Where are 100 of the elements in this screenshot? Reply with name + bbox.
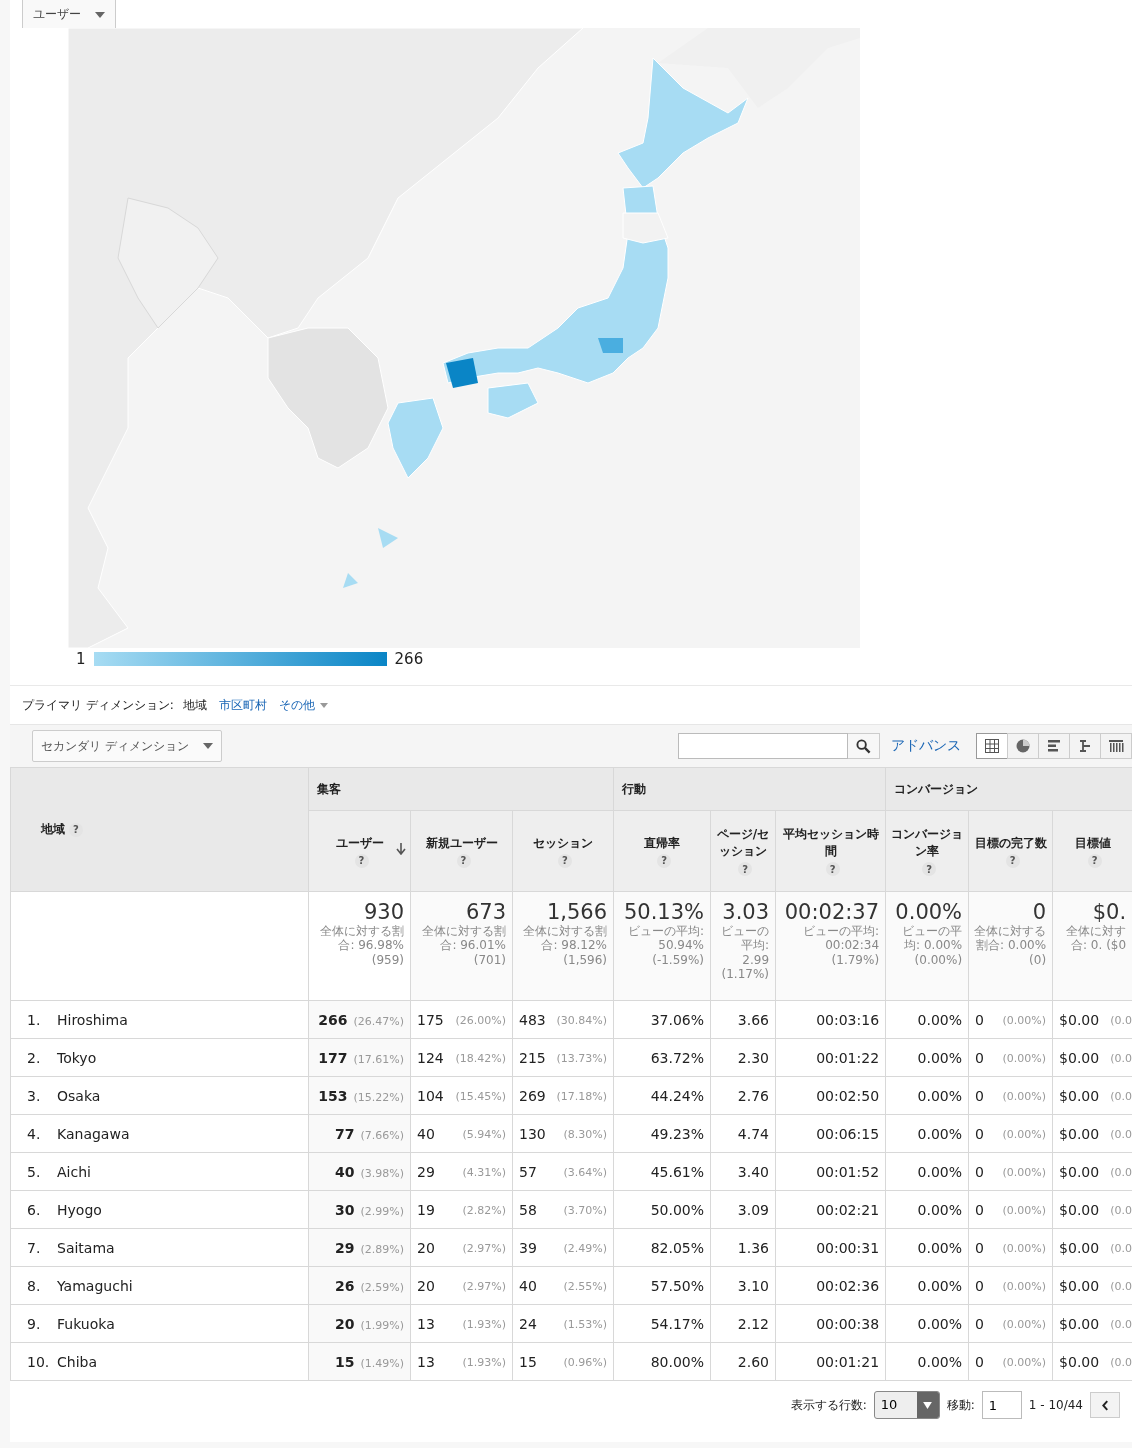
- table-cell: 130: [519, 1125, 546, 1142]
- column-header[interactable]: 目標値: [1074, 834, 1111, 852]
- table-cell: $0.00: [1059, 1087, 1100, 1104]
- row-number: 8.: [27, 1277, 42, 1294]
- help-icon[interactable]: ?: [657, 853, 672, 868]
- previous-page-button[interactable]: [1090, 1392, 1120, 1418]
- column-header[interactable]: ユーザー: [335, 834, 384, 852]
- region-link[interactable]: Chiba: [57, 1353, 97, 1370]
- table-cell: 40: [335, 1163, 355, 1180]
- table-cell: 0.00%: [917, 1087, 963, 1104]
- advanced-link[interactable]: アドバンス: [891, 737, 961, 755]
- legend-max-label: 266: [394, 650, 424, 668]
- table-cell: 0: [975, 1049, 984, 1066]
- column-header[interactable]: セッション: [533, 834, 593, 852]
- percentage-text: (17.61%): [353, 1052, 404, 1066]
- table-cell: 00:00:31: [816, 1239, 880, 1256]
- region-link[interactable]: Aichi: [57, 1163, 91, 1180]
- column-header[interactable]: 目標の完了数: [974, 834, 1047, 852]
- percentage-text: (0.96%): [563, 1355, 608, 1369]
- table-cell: 124: [417, 1049, 444, 1066]
- table-cell: 00:01:52: [816, 1163, 880, 1180]
- table-cell: 215: [519, 1049, 546, 1066]
- table-cell: 0.00%: [917, 1125, 963, 1142]
- table-cell: 40: [417, 1125, 435, 1142]
- region-link[interactable]: Yamaguchi: [57, 1277, 133, 1294]
- percentage-text: (0.00%): [1002, 1013, 1047, 1027]
- legend-min-label: 1: [76, 650, 86, 668]
- help-icon[interactable]: ?: [922, 862, 937, 876]
- help-icon[interactable]: ?: [456, 853, 471, 868]
- percentage-text: (3.98%): [360, 1166, 404, 1180]
- region-link[interactable]: Hyogo: [57, 1201, 102, 1218]
- view-toggle-button[interactable]: [976, 733, 1008, 759]
- comparison-icon: [1077, 738, 1093, 754]
- table-cell: 29: [417, 1163, 435, 1180]
- table-cell: 483: [519, 1011, 546, 1028]
- view-toggle-button[interactable]: [1038, 733, 1070, 759]
- dimension-link[interactable]: その他: [278, 696, 328, 714]
- view-toggle-button[interactable]: [1007, 733, 1039, 759]
- column-header[interactable]: コンバージョン率: [890, 826, 965, 860]
- row-number: 9.: [27, 1315, 42, 1332]
- table-cell: 0.00%: [917, 1353, 963, 1370]
- view-toggle-button[interactable]: [1100, 733, 1132, 759]
- region-link[interactable]: Saitama: [57, 1239, 115, 1256]
- table-cell: 0.00%: [917, 1315, 963, 1332]
- column-header[interactable]: 平均セッション時間: [780, 826, 882, 860]
- percentage-text: (0.0: [1110, 1317, 1132, 1331]
- region-link[interactable]: Fukuoka: [57, 1315, 115, 1332]
- help-icon[interactable]: ?: [69, 822, 83, 837]
- total-value: 930: [362, 900, 404, 924]
- help-icon[interactable]: ?: [1005, 853, 1020, 868]
- region-link[interactable]: Kanagawa: [57, 1125, 130, 1142]
- percentage-text: (0.00%): [1002, 1355, 1047, 1369]
- table-cell: 63.72%: [650, 1049, 705, 1066]
- dimension-link[interactable]: 市区町村: [218, 696, 267, 714]
- table-icon: [984, 738, 1000, 754]
- percentage-text: (0.00%): [1002, 1165, 1047, 1179]
- help-icon[interactable]: ?: [558, 853, 572, 868]
- total-note: 全体に対する割合: 96.98% (959): [319, 924, 404, 968]
- table-cell: 45.61%: [650, 1163, 705, 1180]
- region-link[interactable]: Hiroshima: [57, 1011, 128, 1028]
- total-note: 全体に対する割合: 96.01% (701): [421, 924, 506, 968]
- table-cell: $0.00: [1059, 1277, 1100, 1294]
- help-icon[interactable]: ?: [354, 853, 369, 868]
- table-cell: 24: [519, 1315, 537, 1332]
- percentage-text: (1.93%): [462, 1317, 506, 1331]
- percentage-text: (17.18%): [556, 1089, 608, 1103]
- view-toggle-button[interactable]: [1069, 733, 1101, 759]
- secondary-dimension-dropdown[interactable]: セカンダリ ディメンション: [32, 730, 222, 762]
- help-icon[interactable]: ?: [738, 862, 753, 876]
- region-link[interactable]: Osaka: [57, 1087, 101, 1104]
- page-number-field[interactable]: 1: [981, 1391, 1022, 1419]
- table-cell: 15: [335, 1353, 355, 1370]
- table-cell: 2.12: [737, 1315, 770, 1332]
- primary-dimension-label: プライマリ ディメンション:: [22, 696, 174, 714]
- dimension-link[interactable]: 地域: [182, 696, 207, 714]
- percentage-text: (1.49%): [360, 1356, 404, 1370]
- percentage-text: (0.0: [1110, 1355, 1132, 1369]
- row-number: 3.: [27, 1087, 42, 1104]
- percentage-text: (0.0: [1110, 1051, 1132, 1065]
- rows-per-page-select[interactable]: 10: [873, 1391, 940, 1419]
- column-header[interactable]: ページ/セッション: [715, 826, 772, 860]
- table-cell: 50.00%: [650, 1201, 705, 1218]
- row-number: 5.: [27, 1163, 42, 1180]
- search-button[interactable]: [848, 733, 880, 759]
- region-link[interactable]: Tokyo: [57, 1049, 97, 1066]
- percentage-text: (26.47%): [353, 1014, 404, 1028]
- table-cell: 15: [519, 1353, 537, 1370]
- table-cell: 177: [318, 1049, 348, 1066]
- chevron-left-icon: [1101, 1399, 1109, 1411]
- column-header[interactable]: 地域: [41, 822, 65, 836]
- table-cell: 00:03:16: [816, 1011, 880, 1028]
- help-icon[interactable]: ?: [1087, 853, 1102, 868]
- column-header[interactable]: 直帰率: [644, 834, 681, 852]
- percentage-text: (2.49%): [563, 1241, 608, 1255]
- percentage-text: (0.00%): [1002, 1089, 1047, 1103]
- table-cell: 00:02:50: [816, 1087, 880, 1104]
- column-header[interactable]: 新規ユーザー: [425, 834, 498, 852]
- help-icon[interactable]: ?: [825, 862, 840, 876]
- search-field[interactable]: [678, 733, 848, 759]
- column-group-header: 行動: [622, 781, 647, 796]
